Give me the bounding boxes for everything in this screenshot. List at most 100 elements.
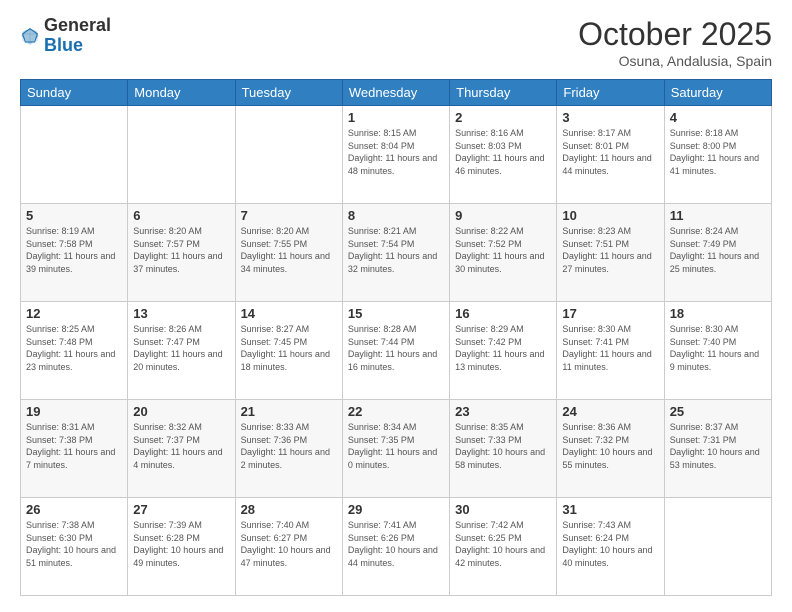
day-info: Sunrise: 8:18 AM Sunset: 8:00 PM Dayligh… xyxy=(670,127,766,177)
table-row: 23 Sunrise: 8:35 AM Sunset: 7:33 PM Dayli… xyxy=(450,400,557,498)
day-info: Sunrise: 7:43 AM Sunset: 6:24 PM Dayligh… xyxy=(562,519,658,569)
table-row: 14 Sunrise: 8:27 AM Sunset: 7:45 PM Dayli… xyxy=(235,302,342,400)
day-info: Sunrise: 8:26 AM Sunset: 7:47 PM Dayligh… xyxy=(133,323,229,373)
header-tuesday: Tuesday xyxy=(235,80,342,106)
calendar-table: Sunday Monday Tuesday Wednesday Thursday… xyxy=(20,79,772,596)
day-number: 26 xyxy=(26,502,122,517)
day-info: Sunrise: 8:24 AM Sunset: 7:49 PM Dayligh… xyxy=(670,225,766,275)
day-info: Sunrise: 8:19 AM Sunset: 7:58 PM Dayligh… xyxy=(26,225,122,275)
table-row: 18 Sunrise: 8:30 AM Sunset: 7:40 PM Dayli… xyxy=(664,302,771,400)
day-info: Sunrise: 8:30 AM Sunset: 7:40 PM Dayligh… xyxy=(670,323,766,373)
table-row: 12Sunrise: 8:25 AM Sunset: 7:48 PM Dayli… xyxy=(21,302,128,400)
day-number: 28 xyxy=(241,502,337,517)
day-info: Sunrise: 8:23 AM Sunset: 7:51 PM Dayligh… xyxy=(562,225,658,275)
location: Osuna, Andalusia, Spain xyxy=(578,53,772,69)
logo-text-block: General Blue xyxy=(44,16,111,56)
table-row: 22Sunrise: 8:34 AM Sunset: 7:35 PM Dayli… xyxy=(342,400,449,498)
day-number: 11 xyxy=(670,208,766,223)
day-info: Sunrise: 8:27 AM Sunset: 7:45 PM Dayligh… xyxy=(241,323,337,373)
day-number: 9 xyxy=(455,208,551,223)
title-section: October 2025 Osuna, Andalusia, Spain xyxy=(578,16,772,69)
day-info: Sunrise: 8:36 AM Sunset: 7:32 PM Dayligh… xyxy=(562,421,658,471)
logo-general: General xyxy=(44,15,111,35)
day-number: 29 xyxy=(348,502,444,517)
page: General Blue October 2025 Osuna, Andalus… xyxy=(0,0,792,612)
table-row: 9Sunrise: 8:22 AM Sunset: 7:52 PM Daylig… xyxy=(450,204,557,302)
day-number: 10 xyxy=(562,208,658,223)
table-row: 25 Sunrise: 8:37 AM Sunset: 7:31 PM Dayli… xyxy=(664,400,771,498)
day-info: Sunrise: 8:17 AM Sunset: 8:01 PM Dayligh… xyxy=(562,127,658,177)
day-info: Sunrise: 7:41 AM Sunset: 6:26 PM Dayligh… xyxy=(348,519,444,569)
table-row: 30 Sunrise: 7:42 AM Sunset: 6:25 PM Dayli… xyxy=(450,498,557,596)
day-number: 14 xyxy=(241,306,337,321)
header: General Blue October 2025 Osuna, Andalus… xyxy=(20,16,772,69)
day-number: 22 xyxy=(348,404,444,419)
table-row: 2Sunrise: 8:16 AM Sunset: 8:03 PM Daylig… xyxy=(450,106,557,204)
day-number: 18 xyxy=(670,306,766,321)
table-row: 26 Sunrise: 7:38 AM Sunset: 6:30 PM Dayli… xyxy=(21,498,128,596)
day-number: 3 xyxy=(562,110,658,125)
day-number: 20 xyxy=(133,404,229,419)
table-row: 4 Sunrise: 8:18 AM Sunset: 8:00 PM Daylig… xyxy=(664,106,771,204)
table-row: 8Sunrise: 8:21 AM Sunset: 7:54 PM Daylig… xyxy=(342,204,449,302)
day-number: 27 xyxy=(133,502,229,517)
table-row xyxy=(21,106,128,204)
calendar-week-1: 1Sunrise: 8:15 AM Sunset: 8:04 PM Daylig… xyxy=(21,106,772,204)
day-info: Sunrise: 8:35 AM Sunset: 7:33 PM Dayligh… xyxy=(455,421,551,471)
day-number: 24 xyxy=(562,404,658,419)
day-info: Sunrise: 8:31 AM Sunset: 7:38 PM Dayligh… xyxy=(26,421,122,471)
table-row: 29 Sunrise: 7:41 AM Sunset: 6:26 PM Dayli… xyxy=(342,498,449,596)
day-number: 30 xyxy=(455,502,551,517)
day-number: 1 xyxy=(348,110,444,125)
calendar-week-5: 26 Sunrise: 7:38 AM Sunset: 6:30 PM Dayli… xyxy=(21,498,772,596)
day-info: Sunrise: 7:42 AM Sunset: 6:25 PM Dayligh… xyxy=(455,519,551,569)
logo-name: General Blue xyxy=(44,16,111,56)
day-info: Sunrise: 8:33 AM Sunset: 7:36 PM Dayligh… xyxy=(241,421,337,471)
day-info: Sunrise: 8:20 AM Sunset: 7:55 PM Dayligh… xyxy=(241,225,337,275)
table-row: 16Sunrise: 8:29 AM Sunset: 7:42 PM Dayli… xyxy=(450,302,557,400)
month-title: October 2025 xyxy=(578,16,772,53)
day-info: Sunrise: 8:20 AM Sunset: 7:57 PM Dayligh… xyxy=(133,225,229,275)
day-number: 23 xyxy=(455,404,551,419)
day-number: 31 xyxy=(562,502,658,517)
table-row: 13 Sunrise: 8:26 AM Sunset: 7:47 PM Dayli… xyxy=(128,302,235,400)
table-row: 20Sunrise: 8:32 AM Sunset: 7:37 PM Dayli… xyxy=(128,400,235,498)
day-info: Sunrise: 8:29 AM Sunset: 7:42 PM Dayligh… xyxy=(455,323,551,373)
header-thursday: Thursday xyxy=(450,80,557,106)
table-row: 19 Sunrise: 8:31 AM Sunset: 7:38 PM Dayli… xyxy=(21,400,128,498)
day-info: Sunrise: 8:21 AM Sunset: 7:54 PM Dayligh… xyxy=(348,225,444,275)
header-saturday: Saturday xyxy=(664,80,771,106)
table-row: 3 Sunrise: 8:17 AM Sunset: 8:01 PM Daylig… xyxy=(557,106,664,204)
table-row xyxy=(664,498,771,596)
table-row: 17Sunrise: 8:30 AM Sunset: 7:41 PM Dayli… xyxy=(557,302,664,400)
table-row: 28 Sunrise: 7:40 AM Sunset: 6:27 PM Dayli… xyxy=(235,498,342,596)
calendar-week-3: 12Sunrise: 8:25 AM Sunset: 7:48 PM Dayli… xyxy=(21,302,772,400)
day-number: 13 xyxy=(133,306,229,321)
day-number: 25 xyxy=(670,404,766,419)
day-info: Sunrise: 8:30 AM Sunset: 7:41 PM Dayligh… xyxy=(562,323,658,373)
table-row: 10 Sunrise: 8:23 AM Sunset: 7:51 PM Dayli… xyxy=(557,204,664,302)
logo: General Blue xyxy=(20,16,111,56)
day-number: 7 xyxy=(241,208,337,223)
day-number: 19 xyxy=(26,404,122,419)
day-number: 4 xyxy=(670,110,766,125)
calendar-week-4: 19 Sunrise: 8:31 AM Sunset: 7:38 PM Dayli… xyxy=(21,400,772,498)
table-row: 24 Sunrise: 8:36 AM Sunset: 7:32 PM Dayli… xyxy=(557,400,664,498)
day-number: 15 xyxy=(348,306,444,321)
table-row xyxy=(128,106,235,204)
header-friday: Friday xyxy=(557,80,664,106)
day-number: 6 xyxy=(133,208,229,223)
day-info: Sunrise: 8:37 AM Sunset: 7:31 PM Dayligh… xyxy=(670,421,766,471)
day-info: Sunrise: 8:25 AM Sunset: 7:48 PM Dayligh… xyxy=(26,323,122,373)
table-row: 6 Sunrise: 8:20 AM Sunset: 7:57 PM Daylig… xyxy=(128,204,235,302)
day-number: 2 xyxy=(455,110,551,125)
calendar-header-row: Sunday Monday Tuesday Wednesday Thursday… xyxy=(21,80,772,106)
calendar-week-2: 5Sunrise: 8:19 AM Sunset: 7:58 PM Daylig… xyxy=(21,204,772,302)
table-row: 21Sunrise: 8:33 AM Sunset: 7:36 PM Dayli… xyxy=(235,400,342,498)
table-row xyxy=(235,106,342,204)
logo-blue: Blue xyxy=(44,35,83,55)
day-info: Sunrise: 7:40 AM Sunset: 6:27 PM Dayligh… xyxy=(241,519,337,569)
header-sunday: Sunday xyxy=(21,80,128,106)
day-info: Sunrise: 7:38 AM Sunset: 6:30 PM Dayligh… xyxy=(26,519,122,569)
table-row: 7 Sunrise: 8:20 AM Sunset: 7:55 PM Daylig… xyxy=(235,204,342,302)
